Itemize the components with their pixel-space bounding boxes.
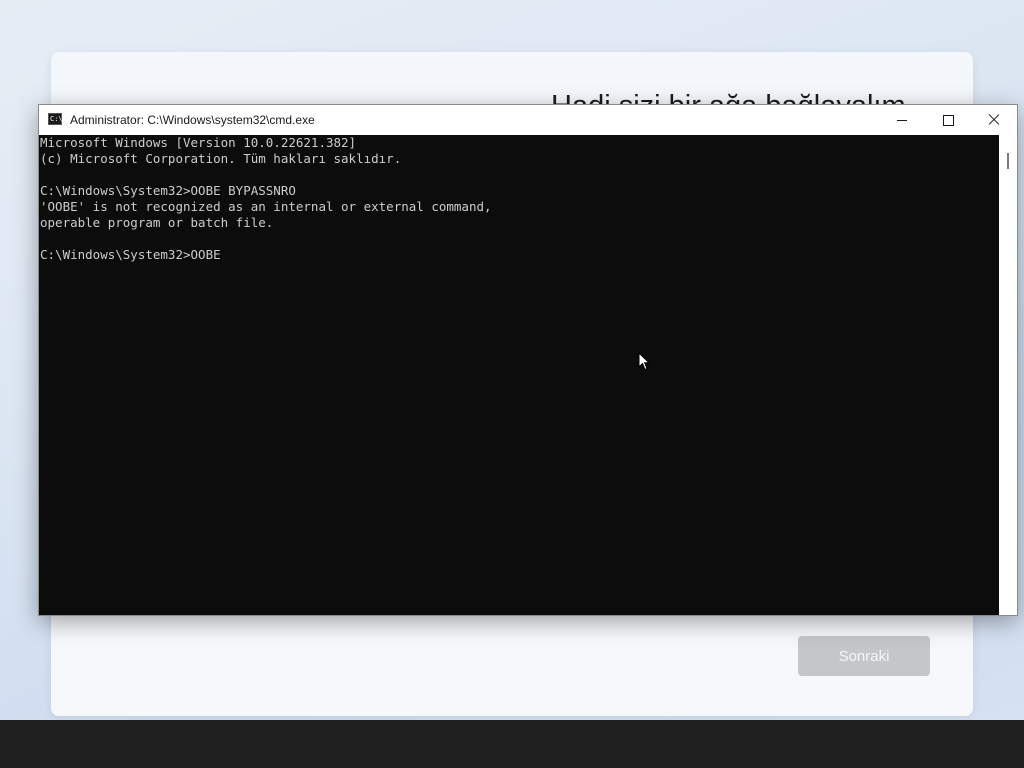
title-bar[interactable]: C:\ Administrator: C:\Windows\system32\c… [39, 105, 1017, 135]
cmd-icon: C:\ [48, 113, 63, 125]
close-button[interactable] [971, 105, 1017, 135]
maximize-icon [942, 114, 954, 126]
minimize-icon [897, 119, 907, 121]
taskbar [0, 720, 1024, 768]
window-title: Administrator: C:\Windows\system32\cmd.e… [70, 113, 315, 127]
console-line: 'OOBE' is not recognized as an internal … [40, 199, 492, 214]
cmd-window[interactable]: C:\ Administrator: C:\Windows\system32\c… [38, 104, 1018, 616]
maximize-button[interactable] [925, 105, 971, 135]
scrollbar-thumb[interactable] [1007, 153, 1009, 169]
console-line: operable program or batch file. [40, 215, 274, 230]
vertical-scrollbar[interactable] [999, 135, 1017, 615]
console-line: Microsoft Windows [Version 10.0.22621.38… [40, 135, 357, 150]
next-button[interactable]: Sonraki [798, 636, 930, 676]
minimize-button[interactable] [879, 105, 925, 135]
console-output[interactable]: Microsoft Windows [Version 10.0.22621.38… [39, 135, 999, 615]
console-prompt-line: C:\Windows\System32>OOBE [40, 247, 221, 262]
console-line: (c) Microsoft Corporation. Tüm hakları s… [40, 151, 402, 166]
close-icon [988, 114, 1000, 126]
mouse-pointer-icon [638, 352, 650, 371]
console-line: C:\Windows\System32>OOBE BYPASSNRO [40, 183, 296, 198]
